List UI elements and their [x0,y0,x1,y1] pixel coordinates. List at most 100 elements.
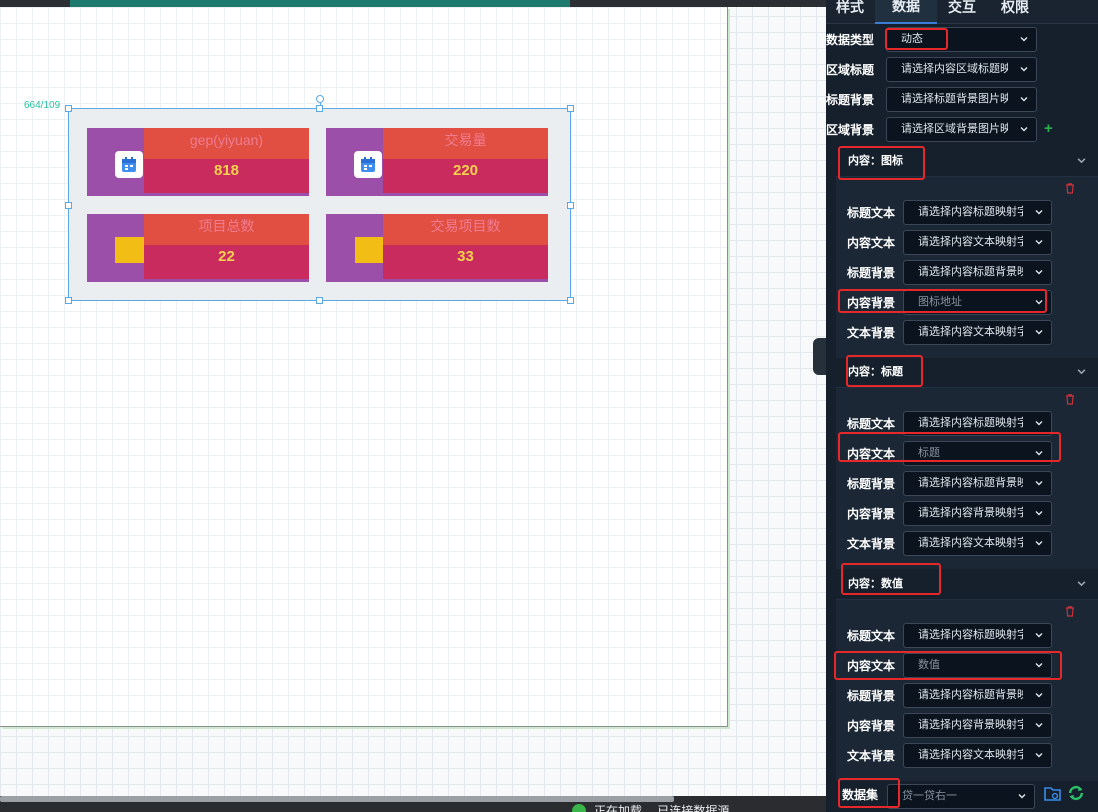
chevron-down-icon [1035,663,1043,668]
mapping-select-0-0[interactable]: 请选择内容标题映射字段 [903,200,1052,225]
mapping-select-0-1-value: 请选择内容文本映射字段 [918,236,1023,248]
mapping-select-2-0[interactable]: 请选择内容标题映射字段 [903,623,1052,648]
delete-icon[interactable] [1064,182,1076,194]
chevron-down-icon [1035,421,1043,426]
selected-component[interactable]: gep(yiyuan) 818 交易量 220 项目总数 22 交易项目数 33 [68,108,571,301]
tab-interaction[interactable]: 交互 [948,0,976,17]
mapping-select-1-0[interactable]: 请选择内容标题映射字段 [903,411,1052,436]
mapping-select-1-1-value: 标题 [918,447,940,459]
field-label: 标题背景 [847,477,896,491]
field-label: 内容文本 [847,447,896,461]
stat-card-3[interactable]: 项目总数 22 [87,214,309,282]
dataset-select[interactable]: 贷一贷右一 [887,784,1035,809]
section-title: 内容：数值 [848,578,903,590]
resize-handle-nw[interactable] [65,105,72,112]
top-field-select-1[interactable]: 请选择内容区域标题映射 [886,57,1037,82]
dataset-settings-icon[interactable] [1044,785,1061,802]
tab-permission[interactable]: 权限 [1001,0,1029,17]
rotate-handle[interactable] [316,95,324,103]
resize-handle-w[interactable] [65,202,72,209]
panel-collapse-handle[interactable] [813,338,826,375]
field-label: 文本背景 [847,537,896,551]
top-field-select-3[interactable]: 请选择区域背景图片映射 [886,117,1037,142]
chevron-down-icon [1077,581,1086,587]
chevron-down-icon [1035,693,1043,698]
chevron-down-icon [1035,753,1043,758]
mapping-select-2-2[interactable]: 请选择内容标题背景映射 [903,683,1052,708]
add-icon[interactable]: + [1044,120,1053,137]
resize-handle-n[interactable] [316,105,323,112]
dataset-value: 贷一贷右一 [902,790,957,802]
resize-handle-e[interactable] [567,202,574,209]
tab-data[interactable]: 数据 [875,0,937,24]
chevron-down-icon [1018,794,1026,799]
chevron-down-icon [1035,541,1043,546]
yellow-square-icon [355,237,384,263]
stat-card-4[interactable]: 交易项目数 33 [326,214,548,282]
top-field-select-1-value: 请选择内容区域标题映射 [901,63,1008,75]
stat-card-1[interactable]: gep(yiyuan) 818 [87,128,309,196]
calendar-icon [354,151,382,178]
card-value: 33 [383,245,548,279]
top-field-label: 数据类型 [826,33,875,47]
section-header-0[interactable]: 内容：图标 [836,146,1098,176]
scrollbar-thumb[interactable] [0,796,674,802]
size-label: 664/109 [24,100,61,111]
design-canvas[interactable]: 664/109 gep(yiyuan) 818 交易量 220 项目总数 22 … [0,0,826,812]
top-field-select-0[interactable]: 动态 [886,27,1037,52]
top-field-label: 区域背景 [826,123,875,137]
app-root: 664/109 gep(yiyuan) 818 交易量 220 项目总数 22 … [0,0,1098,812]
section-header-2[interactable]: 内容：数值 [836,569,1098,599]
field-label: 内容文本 [847,236,896,250]
chevron-down-icon [1035,300,1043,305]
property-panel: 样式 数据 交互 权限 数据类型动态区域标题请选择内容区域标题映射标题背景请选择… [826,0,1098,812]
chevron-down-icon [1020,37,1028,42]
mapping-select-1-3[interactable]: 请选择内容背景映射字段 [903,501,1052,526]
mapping-select-1-1[interactable]: 标题 [903,441,1052,466]
delete-icon[interactable] [1064,605,1076,617]
card-value: 818 [144,159,309,193]
field-label: 标题文本 [847,417,896,431]
delete-icon[interactable] [1064,393,1076,405]
mapping-select-0-3[interactable]: 图标地址 [903,290,1052,315]
top-field-select-2-value: 请选择标题背景图片映射 [901,93,1008,105]
field-label: 标题背景 [847,266,896,280]
section-header-1[interactable]: 内容：标题 [836,357,1098,387]
top-field-select-0-value: 动态 [901,33,923,45]
dataset-label: 数据集 [842,788,879,802]
resize-handle-sw[interactable] [65,297,72,304]
resize-handle-ne[interactable] [567,105,574,112]
top-field-select-3-value: 请选择区域背景图片映射 [901,123,1008,135]
top-field-label: 标题背景 [826,93,875,107]
top-strip [0,0,826,7]
chevron-down-icon [1035,511,1043,516]
chevron-down-icon [1020,127,1028,132]
mapping-select-0-3-value: 图标地址 [918,296,962,308]
card-title: 项目总数 [144,214,309,245]
yellow-square-icon [115,237,144,263]
mapping-select-2-4[interactable]: 请选择内容文本映射字段 [903,743,1052,768]
mapping-select-2-3[interactable]: 请选择内容背景映射字段 [903,713,1052,738]
mapping-select-2-1[interactable]: 数值 [903,653,1052,678]
tab-style[interactable]: 样式 [836,0,864,17]
mapping-select-1-0-value: 请选择内容标题映射字段 [918,417,1023,429]
refresh-icon[interactable] [1067,784,1085,802]
mapping-select-2-3-value: 请选择内容背景映射字段 [918,719,1023,731]
mapping-select-0-2[interactable]: 请选择内容标题背景映射 [903,260,1052,285]
mapping-select-2-0-value: 请选择内容标题映射字段 [918,629,1023,641]
field-label: 内容背景 [847,719,896,733]
resize-handle-s[interactable] [316,297,323,304]
mapping-select-1-4[interactable]: 请选择内容文本映射字段 [903,531,1052,556]
chevron-down-icon [1020,97,1028,102]
chevron-down-icon [1035,210,1043,215]
stat-card-2[interactable]: 交易量 220 [326,128,548,196]
mapping-select-0-1[interactable]: 请选择内容文本映射字段 [903,230,1052,255]
card-value: 220 [383,159,548,193]
mapping-select-0-4[interactable]: 请选择内容文本映射字段 [903,320,1052,345]
chevron-down-icon [1035,451,1043,456]
horizontal-scroll-indicator[interactable] [70,0,570,7]
top-field-select-2[interactable]: 请选择标题背景图片映射 [886,87,1037,112]
resize-handle-se[interactable] [567,297,574,304]
field-label: 标题文本 [847,629,896,643]
mapping-select-1-2[interactable]: 请选择内容标题背景映射 [903,471,1052,496]
